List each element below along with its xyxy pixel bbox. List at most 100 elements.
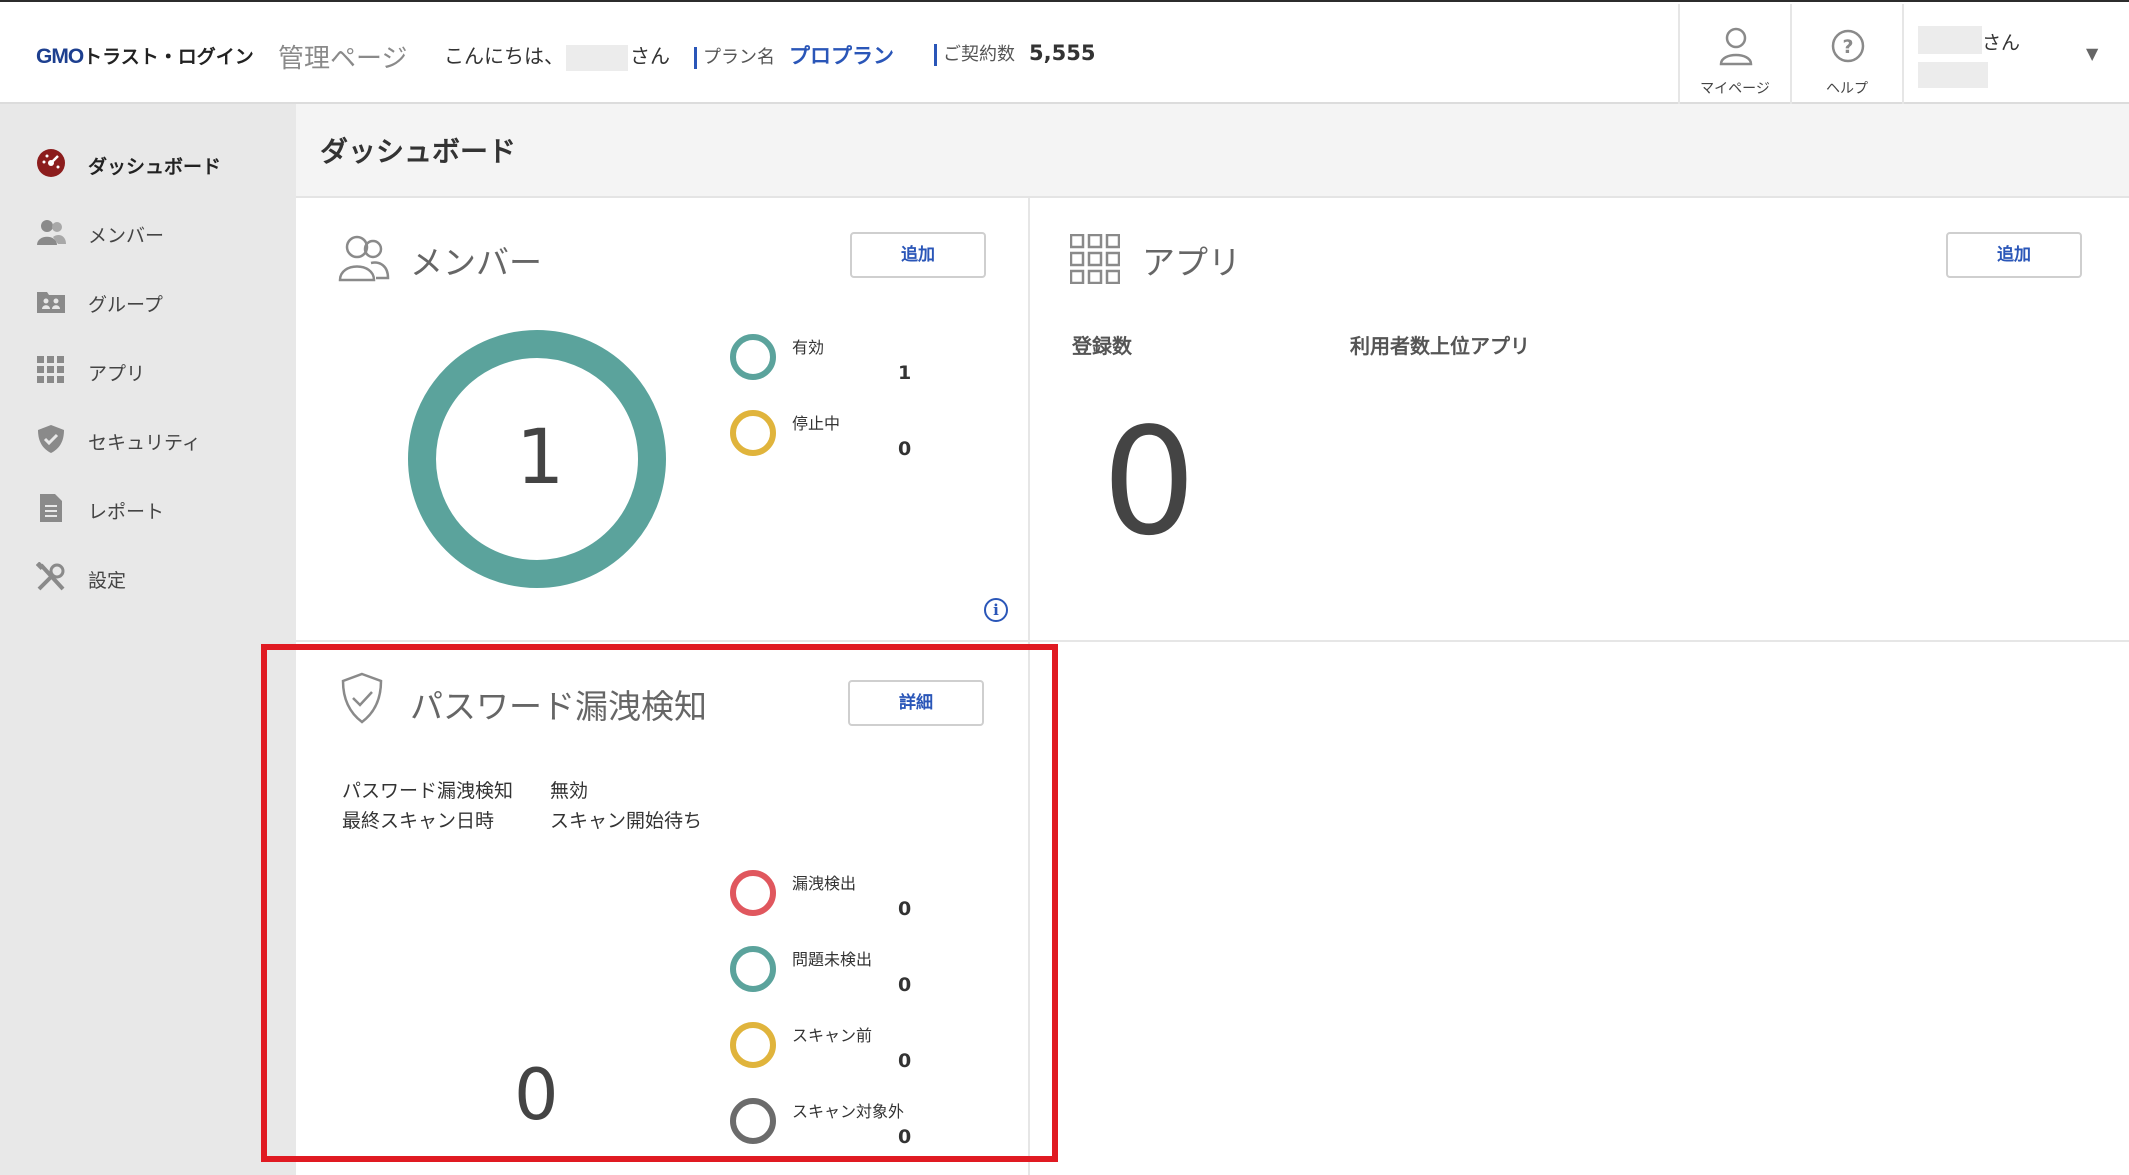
plan-divider (694, 47, 697, 69)
last-scan-value: スキャン開始待ち (550, 810, 703, 832)
legend-no-issue: 問題未検出 0 (730, 946, 930, 1016)
help-icon: ? (1831, 29, 1865, 63)
contract-info: ご契約数 5,555 (934, 40, 1095, 66)
detail-button[interactable]: 詳細 (848, 680, 984, 726)
info-icon[interactable]: i (984, 598, 1008, 622)
sidebar-item-label: 設定 (88, 570, 127, 592)
password-leak-card: パスワード漏洩検知 詳細 パスワード漏洩検知 無効 最終スキャン日時 スキャン開… (296, 642, 1030, 1175)
apps-card: アプリ 追加 登録数 利用者数上位アプリ 0 (1030, 198, 2129, 642)
members-card: メンバー 追加 1 有効 1 停止中 0 i (296, 198, 1030, 642)
members-total: 1 (516, 412, 565, 501)
members-icon (37, 220, 66, 245)
contract-value: 5,555 (1029, 41, 1096, 65)
legend-suspended: 停止中 0 (730, 410, 930, 480)
legend-label: 停止中 (792, 414, 841, 433)
add-member-button[interactable]: 追加 (850, 232, 986, 278)
brand-logo[interactable]: GMOトラスト・ログイン (36, 42, 254, 69)
sidebar-item-dashboard[interactable]: ダッシュボード (0, 134, 296, 194)
logo-product-text: トラスト・ログイン (83, 47, 254, 68)
top-apps-label: 利用者数上位アプリ (1350, 334, 1530, 358)
legend-ring-not-scanned (730, 1098, 776, 1144)
legend-value: 0 (898, 974, 912, 996)
legend-label: スキャン前 (792, 1026, 873, 1045)
members-card-title: メンバー (410, 243, 542, 282)
plan-value: プロプラン (789, 44, 894, 68)
apps-card-title: アプリ (1142, 243, 1241, 282)
tools-icon (36, 562, 65, 591)
user-suffix: さん (1982, 32, 2021, 54)
redacted-username (566, 44, 628, 71)
last-scan-label: 最終スキャン日時 (342, 810, 495, 832)
leak-detection-status-label: パスワード漏洩検知 (342, 780, 514, 802)
sidebar-item-members[interactable]: メンバー (0, 203, 296, 263)
sidebar-item-label: セキュリティ (88, 432, 201, 454)
greeting-text: こんにちは、 (444, 44, 564, 68)
greeting-suffix: さん (630, 44, 670, 68)
greeting: こんにちは、 さん (444, 40, 670, 71)
sidebar-item-label: レポート (88, 501, 165, 523)
svg-text:?: ? (1842, 36, 1853, 58)
shield-icon (38, 425, 64, 453)
legend-value: 0 (898, 898, 912, 920)
legend-ring-no-issue (730, 946, 776, 992)
legend-ring-leak-detected (730, 870, 776, 916)
password-card-title: パスワード漏洩検知 (410, 687, 707, 726)
user-icon (1719, 27, 1753, 66)
legend-label: 有効 (792, 338, 825, 357)
registered-count-value: 0 (1102, 396, 1197, 568)
redacted-user-org (1918, 62, 1988, 88)
mypage-button[interactable]: マイページ (1678, 4, 1790, 104)
legend-value: 0 (898, 1126, 912, 1148)
page-title-bar: ダッシュボード (296, 104, 2129, 198)
legend-not-scanned: スキャン対象外 0 (730, 1098, 930, 1168)
legend-label: スキャン対象外 (792, 1102, 905, 1121)
legend-active: 有効 1 (730, 334, 930, 404)
sidebar: ダッシュボード メンバー グループ アプリ セキュリティ レポート 設定 (0, 104, 296, 1175)
leak-detection-status-value: 無効 (550, 780, 589, 802)
redacted-user-name (1918, 26, 1982, 54)
legend-ring-active (730, 334, 776, 380)
legend-ring-suspended (730, 410, 776, 456)
members-outline-icon (338, 235, 390, 282)
contract-divider (934, 44, 937, 66)
password-total: 0 (514, 1054, 559, 1136)
sidebar-item-groups[interactable]: グループ (0, 272, 296, 332)
legend-value: 0 (898, 438, 912, 460)
legend-ring-before-scan (730, 1022, 776, 1068)
sidebar-item-security[interactable]: セキュリティ (0, 410, 296, 470)
legend-value: 0 (898, 1050, 912, 1072)
page-title: ダッシュボード (320, 135, 517, 168)
chevron-down-icon[interactable]: ▼ (2086, 44, 2098, 63)
sidebar-item-label: ダッシュボード (88, 156, 222, 178)
dashboard-icon (37, 149, 65, 177)
group-icon (37, 292, 65, 313)
sidebar-item-label: グループ (88, 294, 163, 316)
registered-count-label: 登録数 (1072, 334, 1132, 358)
legend-label: 問題未検出 (792, 950, 873, 969)
shield-check-outline-icon (341, 672, 383, 724)
legend-leak-detected: 漏洩検出 0 (730, 870, 930, 940)
help-button[interactable]: ? ヘルプ (1790, 4, 1902, 104)
sidebar-item-label: メンバー (88, 225, 165, 247)
sidebar-item-label: アプリ (88, 363, 146, 385)
mypage-label: マイページ (1700, 81, 1770, 97)
legend-before-scan: スキャン前 0 (730, 1022, 930, 1092)
report-icon (40, 494, 62, 522)
plan-info: プラン名 プロプラン (694, 40, 894, 70)
main-content: ダッシュボード メンバー 追加 1 有効 1 停止中 0 i アプリ 追加 登録… (296, 104, 2129, 1175)
legend-value: 1 (898, 362, 912, 384)
admin-page-label: 管理ページ (278, 44, 408, 74)
top-header: GMOトラスト・ログイン 管理ページ こんにちは、 さん プラン名 プロプラン ご契… (0, 0, 2129, 104)
plan-label: プラン名 (703, 47, 775, 68)
apps-grid-icon (37, 356, 64, 383)
logo-gmo-text: GMO (36, 45, 84, 68)
user-menu[interactable]: さん ▼ (1902, 4, 2129, 104)
help-label: ヘルプ (1826, 81, 1868, 97)
apps-outline-icon (1070, 234, 1120, 284)
sidebar-item-settings[interactable]: 設定 (0, 548, 296, 608)
sidebar-item-reports[interactable]: レポート (0, 479, 296, 539)
legend-label: 漏洩検出 (792, 874, 857, 893)
sidebar-item-apps[interactable]: アプリ (0, 341, 296, 401)
contract-label: ご契約数 (943, 44, 1015, 65)
add-app-button[interactable]: 追加 (1946, 232, 2082, 278)
